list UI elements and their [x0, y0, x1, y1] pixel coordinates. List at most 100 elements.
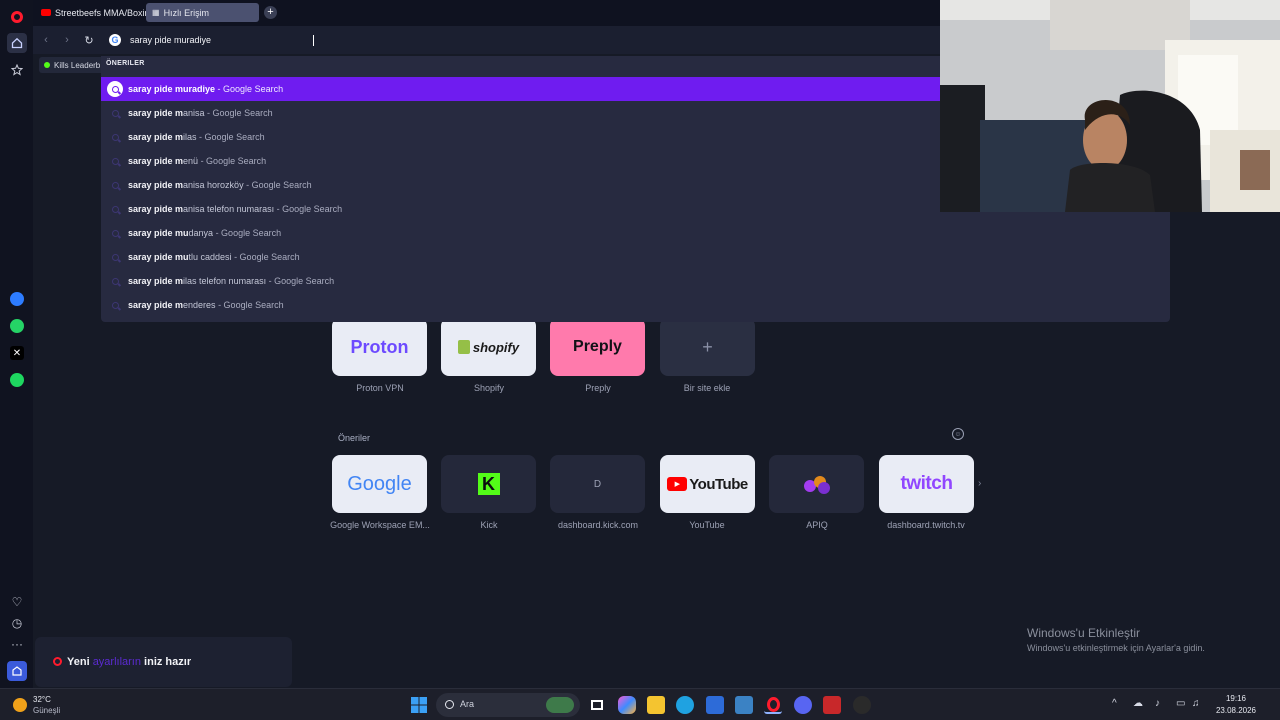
address-toolbar: ‹ › ↻ G: [33, 26, 940, 54]
tab-streetbeefs[interactable]: Streetbeefs MMA/Boxing: [35, 3, 147, 22]
suggestion-suffix: - Google Search: [274, 204, 343, 214]
suggestion-text: saray pide milas telefon numarası - Goog…: [128, 276, 334, 286]
suggestion-label: YouTube: [689, 520, 725, 530]
add-site-button[interactable]: +: [660, 318, 755, 376]
suggestion-suffix: - Google Search: [266, 276, 335, 286]
more-icon[interactable]: ···: [7, 634, 27, 654]
plus-icon: +: [702, 336, 713, 357]
suggestion-text: saray pide menü - Google Search: [128, 156, 266, 166]
red-app-icon[interactable]: [823, 696, 841, 714]
heart-icon[interactable]: ♡: [7, 592, 27, 612]
proton-logo: Proton: [350, 336, 409, 357]
clock-time[interactable]: 19:16: [1220, 694, 1252, 703]
toast-prefix: Yeni: [67, 656, 93, 668]
speed-dial-proton[interactable]: Proton: [332, 318, 427, 376]
new-tab-button[interactable]: +: [264, 6, 277, 19]
grid-icon: ▦: [152, 8, 160, 17]
outlook-icon[interactable]: [735, 696, 753, 714]
file-explorer-icon[interactable]: [647, 696, 665, 714]
next-arrow-icon[interactable]: ›: [978, 478, 981, 489]
clock-date[interactable]: 23.08.2026: [1210, 706, 1262, 715]
aria-icon[interactable]: [7, 661, 27, 681]
reload-button[interactable]: ↻: [82, 33, 96, 47]
suggestion-rest: anisa telefon numarası: [183, 204, 275, 214]
copilot-icon[interactable]: [618, 696, 636, 714]
suggestion-suffix: - Google Search: [198, 156, 267, 166]
suggestion-suffix: - Google Search: [215, 84, 284, 94]
suggestion-row[interactable]: saray pide menderes - Google Search: [101, 293, 1170, 317]
suggestion-row[interactable]: saray pide mudanya - Google Search: [101, 221, 1170, 245]
suggestion-row[interactable]: saray pide mutlu caddesi - Google Search: [101, 245, 1170, 269]
letter-d-icon: D: [593, 478, 602, 490]
star-icon[interactable]: [7, 60, 27, 80]
activate-windows-title: Windows'u Etkinleştir: [1027, 626, 1140, 640]
discord-icon[interactable]: [794, 696, 812, 714]
suggestion-suffix: - Google Search: [215, 300, 284, 310]
suggestion-youtube[interactable]: ▶ YouTube: [660, 455, 755, 513]
suggestion-bold: saray pide m: [128, 276, 184, 286]
suggestion-row[interactable]: saray pide milas telefon numarası - Goog…: [101, 269, 1170, 293]
notification-toast[interactable]: Yeni ayarlıların iniz hazır: [35, 637, 292, 687]
task-view-icon[interactable]: [588, 696, 606, 714]
windows-start-icon[interactable]: [410, 696, 428, 714]
bookmark-kills-leaderboard[interactable]: Kills Leaderb: [39, 57, 107, 73]
weather-condition[interactable]: Güneşli: [33, 706, 60, 715]
suggestion-text: saray pide manisa - Google Search: [128, 108, 273, 118]
bookmark-label: Kills Leaderb: [54, 60, 101, 70]
smiley-icon[interactable]: ☺: [952, 428, 964, 440]
suggestion-label: APIQ: [806, 520, 828, 530]
suggestion-bold: saray pide mu: [128, 252, 189, 262]
youtube-favicon-icon: [41, 9, 51, 16]
back-button[interactable]: ‹: [39, 33, 53, 47]
search-icon: [107, 105, 123, 121]
search-icon: [107, 249, 123, 265]
history-icon[interactable]: ◷: [7, 613, 27, 633]
taskbar-search[interactable]: Ara: [436, 693, 580, 717]
home-icon[interactable]: [7, 33, 27, 53]
suggestion-label: dashboard.twitch.tv: [887, 520, 965, 530]
volume-icon[interactable]: ♫: [1192, 698, 1200, 709]
weather-temp[interactable]: 32°C: [33, 695, 51, 704]
tab-hizli-erisim[interactable]: ▦ Hızlı Erişim: [146, 3, 259, 22]
search-icon: [107, 129, 123, 145]
whatsapp-icon[interactable]: [7, 316, 27, 336]
forward-button[interactable]: ›: [60, 33, 74, 47]
suggestion-kick[interactable]: K: [441, 455, 536, 513]
search-icon: [107, 297, 123, 313]
speed-dial-preply[interactable]: Preply: [550, 318, 645, 376]
suggestion-text: saray pide milas - Google Search: [128, 132, 265, 142]
preply-logo: Preply: [573, 338, 622, 355]
suggestion-rest: ilas: [183, 132, 197, 142]
edge-icon[interactable]: [676, 696, 694, 714]
obs-icon[interactable]: [853, 696, 871, 714]
tray-chevron-icon[interactable]: ^: [1112, 698, 1117, 709]
suggestion-rest: tlu caddesi: [188, 252, 232, 262]
cloud-icon[interactable]: ☁: [1133, 698, 1143, 709]
suggestion-rest: anisa horozköy: [183, 180, 244, 190]
suggestion-rest: anisa: [183, 108, 205, 118]
suggestion-google[interactable]: Google: [332, 455, 427, 513]
suggestion-apiq[interactable]: [769, 455, 864, 513]
messenger-icon[interactable]: [7, 289, 27, 309]
spotify-icon[interactable]: [7, 370, 27, 390]
microphone-icon[interactable]: ♪: [1155, 698, 1160, 709]
x-twitter-icon[interactable]: ✕: [7, 343, 27, 363]
store-icon[interactable]: [706, 696, 724, 714]
opera-logo-icon[interactable]: [7, 7, 27, 27]
kick-logo: K: [477, 473, 500, 495]
speed-dial-shopify[interactable]: shopify: [441, 318, 536, 376]
sun-icon[interactable]: [13, 698, 27, 712]
suggestion-bold: saray pide m: [128, 156, 184, 166]
address-input[interactable]: [130, 30, 910, 50]
suggestion-kick-dashboard[interactable]: D: [550, 455, 645, 513]
search-icon: [445, 700, 454, 709]
suggestion-bold: saray pide m: [128, 204, 184, 214]
network-icon[interactable]: ▭: [1176, 698, 1185, 709]
opera-taskbar-icon[interactable]: [764, 696, 782, 714]
text-caret: [313, 35, 314, 46]
activate-windows-subtitle: Windows'u etkinleştirmek için Ayarlar'a …: [1027, 643, 1205, 653]
suggestion-suffix: - Google Search: [204, 108, 273, 118]
address-bar[interactable]: G: [105, 30, 935, 50]
suggestion-twitch[interactable]: twitch: [879, 455, 974, 513]
suggestion-text: saray pide mutlu caddesi - Google Search: [128, 252, 300, 262]
